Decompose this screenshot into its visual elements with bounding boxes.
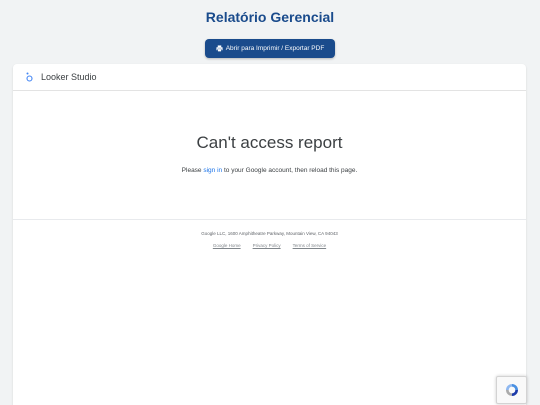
recaptcha-badge[interactable] bbox=[496, 376, 527, 404]
print-button-label: Abrir para Imprimir / Exportar PDF bbox=[225, 45, 325, 52]
error-message: Please sign in to your Google account, t… bbox=[13, 167, 526, 174]
error-title: Can't access report bbox=[196, 133, 343, 152]
brand-name: Looker Studio bbox=[41, 72, 97, 82]
looker-studio-logo-icon bbox=[26, 72, 33, 82]
terms-of-service-link[interactable]: Terms of Service bbox=[293, 243, 327, 248]
recaptcha-icon bbox=[505, 384, 518, 396]
message-after: to your Google account, then reload this… bbox=[222, 167, 358, 174]
embed-header: Looker Studio bbox=[13, 64, 526, 91]
printer-icon bbox=[216, 45, 223, 52]
footer-address: Google LLC, 1600 Amphitheatre Parkway, M… bbox=[201, 231, 338, 236]
google-home-link[interactable]: Google Home bbox=[213, 243, 241, 248]
print-export-pdf-button[interactable]: Abrir para Imprimir / Exportar PDF bbox=[205, 39, 335, 58]
footer-links: Google Home Privacy Policy Terms of Serv… bbox=[13, 243, 526, 248]
privacy-policy-link[interactable]: Privacy Policy bbox=[253, 243, 281, 248]
looker-studio-embed: Looker Studio Can't access report Please… bbox=[13, 64, 526, 405]
sign-in-link[interactable]: sign in bbox=[203, 167, 222, 174]
page-title: Relatório Gerencial bbox=[205, 9, 335, 25]
divider bbox=[13, 219, 526, 220]
message-before: Please bbox=[181, 167, 204, 174]
